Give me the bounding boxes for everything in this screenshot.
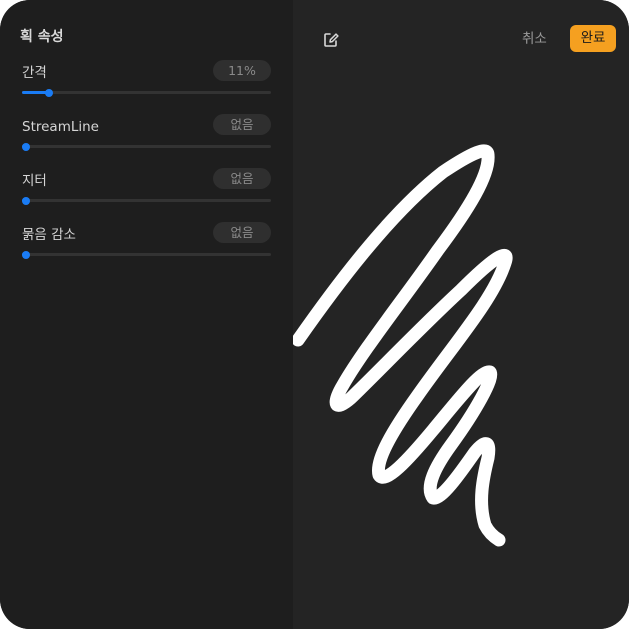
panel-title: 획 속성 (20, 29, 64, 45)
property-value[interactable]: 없음 (213, 114, 271, 135)
brush-stroke (293, 144, 513, 547)
property-value[interactable]: 11% (213, 60, 271, 81)
brush-studio-window: 획 속성 간격 11% StreamLine 없음 지터 없음 묽음 감소 없음… (0, 0, 629, 629)
cancel-button[interactable]: 취소 (522, 30, 547, 48)
property-label: 간격 (22, 65, 47, 81)
stroke-properties-panel: 획 속성 간격 11% StreamLine 없음 지터 없음 묽음 감소 없음 (0, 0, 293, 629)
slider-thumb[interactable] (45, 88, 54, 97)
edit-icon-glyph (324, 33, 339, 47)
slider-thumb[interactable] (22, 250, 30, 259)
stroke-preview (293, 144, 513, 547)
property-label: 묽음 감소 (22, 227, 76, 243)
spacing-slider[interactable] (22, 88, 271, 97)
property-label: StreamLine (22, 119, 99, 135)
property-fall-off: 묽음 감소 없음 (22, 222, 271, 266)
property-label: 지터 (22, 173, 47, 189)
stroke-start-taper (296, 276, 345, 342)
property-streamline: StreamLine 없음 (22, 114, 271, 158)
done-button[interactable]: 완료 (570, 25, 616, 52)
slider-thumb[interactable] (22, 142, 30, 151)
property-value[interactable]: 없음 (213, 222, 271, 243)
slider-thumb[interactable] (22, 196, 30, 205)
fall-off-slider[interactable] (22, 250, 271, 259)
jitter-slider[interactable] (22, 196, 271, 205)
property-value[interactable]: 없음 (213, 168, 271, 189)
edit-icon[interactable] (322, 31, 340, 49)
property-spacing: 간격 11% (22, 60, 271, 104)
property-jitter: 지터 없음 (22, 168, 271, 212)
streamline-slider[interactable] (22, 142, 271, 151)
